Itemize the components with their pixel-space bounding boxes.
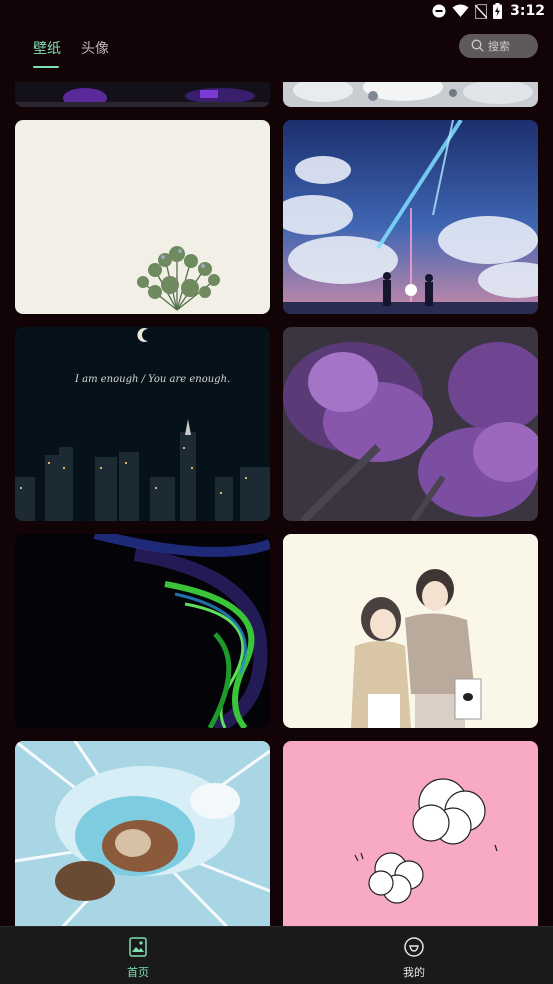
battery-charging-icon: [493, 3, 503, 19]
tab-avatar[interactable]: 头像: [81, 38, 109, 58]
wallpaper-card[interactable]: [15, 82, 270, 107]
do-not-disturb-icon: [432, 4, 446, 18]
nav-home[interactable]: 首页: [108, 937, 168, 980]
wallpaper-card[interactable]: [15, 741, 270, 926]
profile-icon: [384, 937, 444, 957]
status-bar: 3:12: [0, 0, 553, 24]
nav-mine-label: 我的: [403, 966, 425, 979]
wallpaper-image: [15, 82, 270, 107]
top-header: 壁纸 头像 搜索: [0, 24, 553, 82]
status-icons: 3:12: [432, 3, 545, 19]
wallpaper-image: [283, 741, 538, 926]
wallpaper-image: [15, 741, 270, 926]
wallpaper-card[interactable]: [15, 120, 270, 314]
wallpaper-card[interactable]: [283, 120, 538, 314]
wallpaper-image: [283, 327, 538, 521]
wallpaper-card[interactable]: [15, 534, 270, 728]
status-time: 3:12: [510, 3, 545, 19]
wallpaper-image: [283, 82, 538, 107]
nav-home-label: 首页: [127, 966, 149, 979]
no-sim-icon: [475, 3, 488, 19]
wifi-icon: [452, 4, 469, 18]
wallpaper-image: [15, 120, 270, 314]
bottom-navigation: 首页 我的: [0, 926, 553, 984]
wallpaper-image: I am enough / You are enough.: [15, 327, 270, 521]
wallpaper-card[interactable]: [283, 327, 538, 521]
nav-mine[interactable]: 我的: [384, 937, 444, 980]
wallpaper-image: [283, 534, 538, 728]
active-tab-indicator: [33, 66, 59, 68]
search-icon: [471, 37, 484, 56]
home-image-icon: [108, 937, 168, 957]
wallpaper-caption: I am enough / You are enough.: [74, 374, 230, 385]
wallpaper-image: [283, 120, 538, 314]
wallpaper-image: [15, 534, 270, 728]
search-placeholder: 搜索: [488, 40, 510, 53]
wallpaper-card[interactable]: [283, 82, 538, 107]
tab-wallpaper[interactable]: 壁纸: [33, 38, 61, 58]
search-bar[interactable]: 搜索: [459, 34, 538, 58]
wallpaper-card[interactable]: [283, 534, 538, 728]
wallpaper-card[interactable]: I am enough / You are enough.: [15, 327, 270, 521]
wallpaper-card[interactable]: [283, 741, 538, 926]
wallpaper-grid[interactable]: I am enough / You are enough.: [0, 82, 553, 926]
